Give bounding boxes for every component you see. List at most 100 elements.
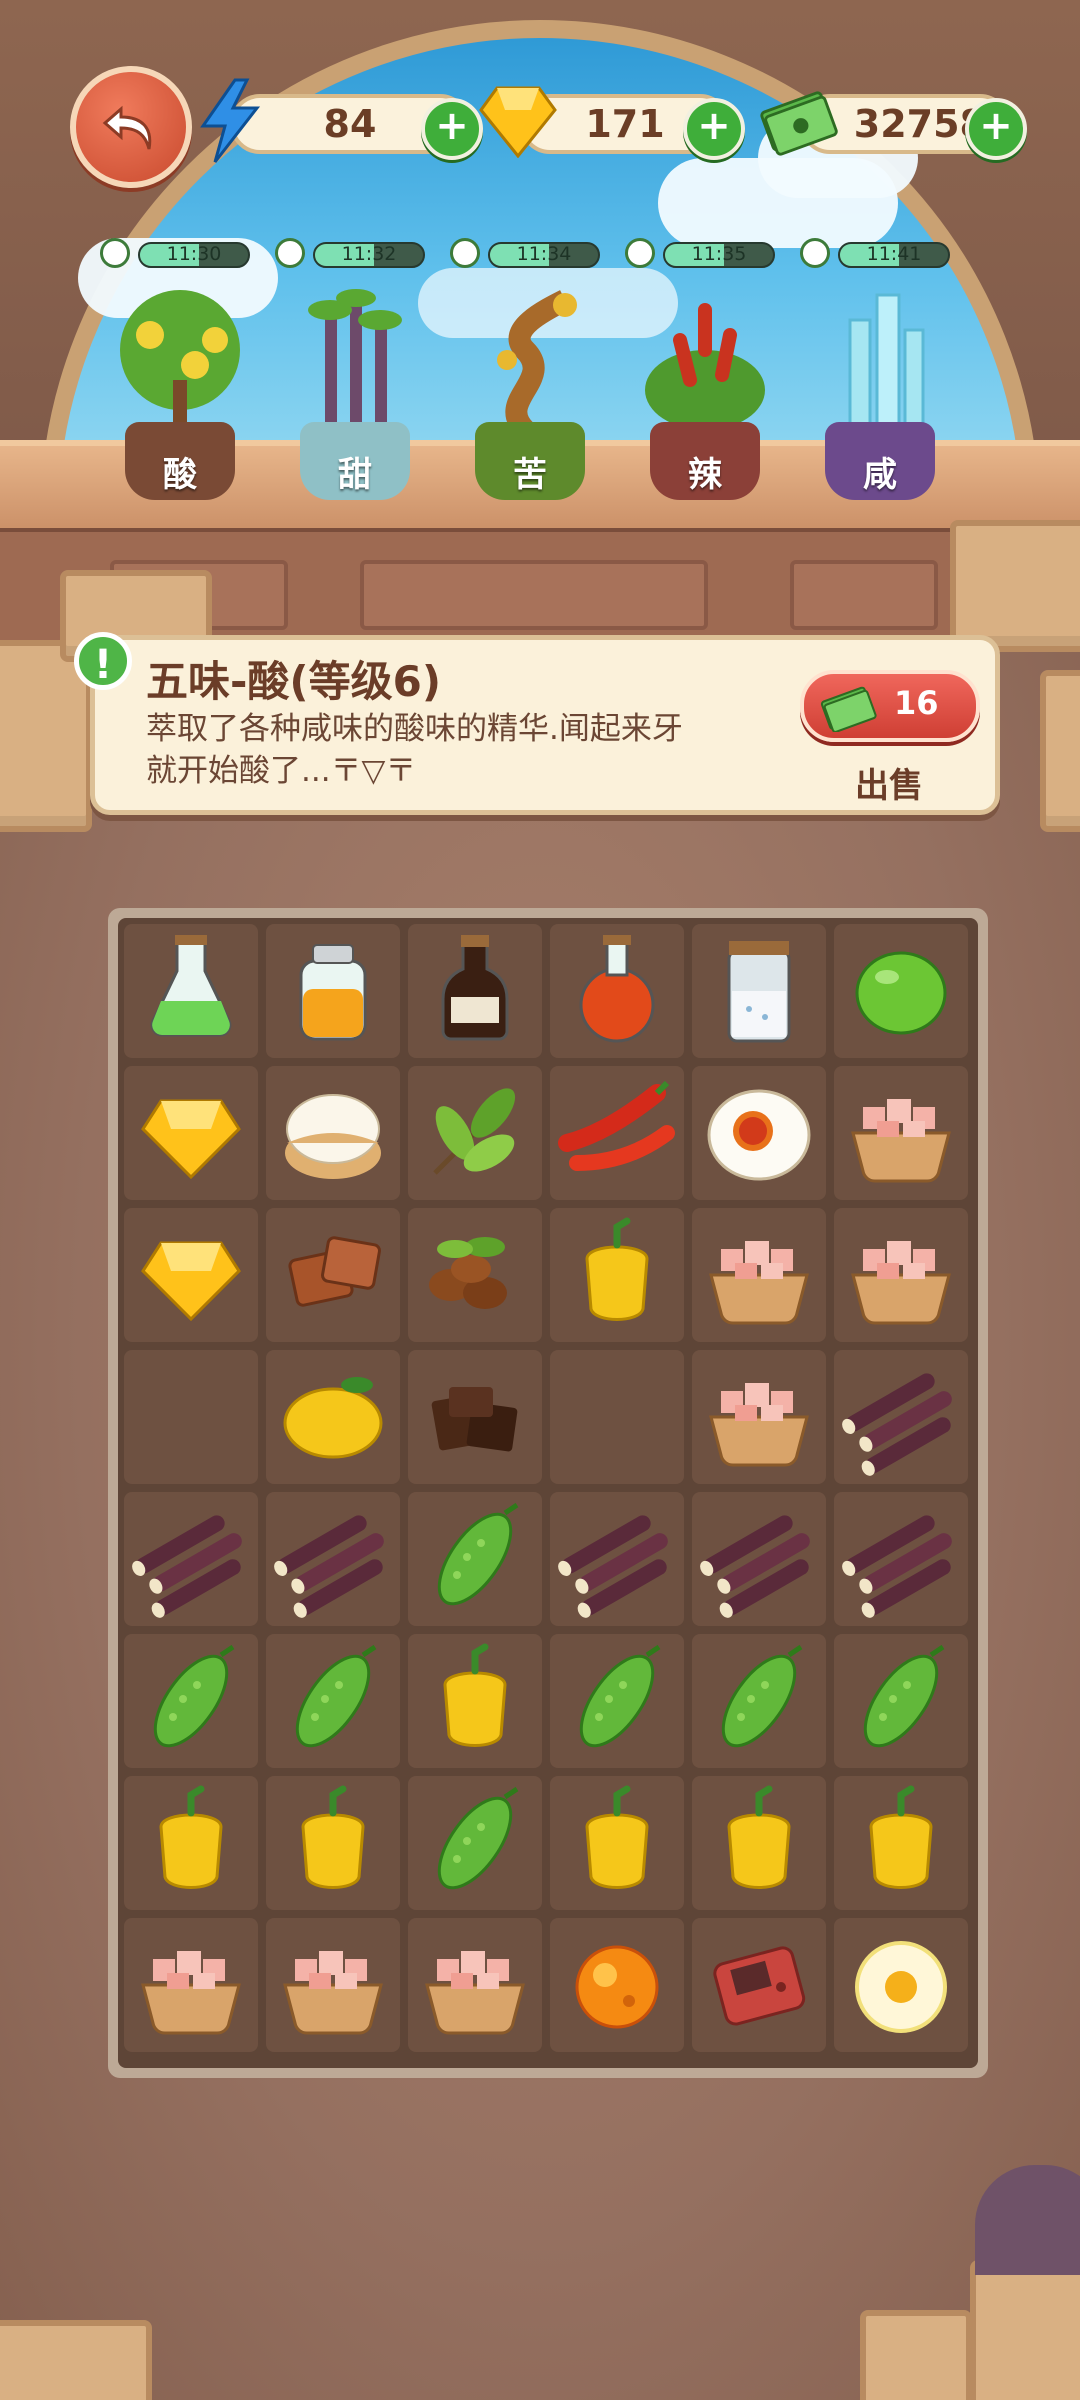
timer-text: 11:35 — [691, 243, 747, 265]
meat-bowl-icon — [283, 1951, 383, 2035]
timer-bar: 11:41 — [838, 242, 950, 268]
grid-cell[interactable] — [408, 1492, 542, 1626]
crate — [0, 2320, 152, 2400]
grid-cell[interactable] — [408, 1208, 542, 1342]
sugarcane-icon — [558, 1515, 668, 1618]
grid-cell[interactable] — [692, 1634, 826, 1768]
energy-value: 84 — [323, 102, 377, 146]
meat-bowl-icon — [709, 1241, 809, 1325]
plant-label: 辣 — [688, 455, 722, 495]
grid-cell[interactable] — [266, 924, 400, 1058]
crate — [970, 2260, 1080, 2400]
plant-icon — [308, 289, 402, 430]
flask-green-icon — [150, 935, 232, 1037]
grid-cell[interactable] — [408, 1918, 542, 2052]
grid-cell[interactable] — [266, 1776, 400, 1910]
undo-arrow-icon — [102, 105, 152, 150]
grid-cell[interactable] — [124, 1208, 258, 1342]
plant-icon — [848, 293, 925, 432]
game-console-icon — [713, 1946, 806, 2026]
clock-icon — [800, 238, 830, 268]
bitter-melon-icon — [437, 1502, 519, 1606]
grid-cell[interactable] — [834, 1208, 968, 1342]
grid-cell[interactable] — [550, 1350, 684, 1484]
meat-bowl-icon — [851, 1099, 951, 1183]
merge-board — [108, 908, 988, 2078]
grid-cell[interactable] — [692, 1208, 826, 1342]
grid-cell[interactable] — [692, 1776, 826, 1910]
grid-cell[interactable] — [408, 924, 542, 1058]
grid-cell[interactable] — [550, 1918, 684, 2052]
grid-cell[interactable] — [124, 924, 258, 1058]
plant-label: 甜 — [338, 455, 372, 495]
grid-cell[interactable] — [124, 1634, 258, 1768]
grid-cell[interactable] — [124, 1776, 258, 1910]
pepper-icon — [727, 1785, 791, 1889]
grid-cell[interactable] — [550, 1492, 684, 1626]
timer-bar: 11:34 — [488, 242, 600, 268]
grid-cell[interactable] — [834, 924, 968, 1058]
grid-cell[interactable] — [692, 1492, 826, 1626]
flavor-plant[interactable]: 甜 — [270, 280, 440, 510]
grid-cell[interactable] — [266, 1492, 400, 1626]
plant-label: 酸 — [163, 455, 197, 495]
flavor-plant[interactable]: 苦 — [445, 280, 615, 510]
lemon-icon — [283, 1377, 383, 1459]
grid-cell[interactable] — [124, 1918, 258, 2052]
grid-cell[interactable] — [550, 924, 684, 1058]
plant-timer: 11:35 — [625, 238, 775, 272]
sugarcane-icon — [700, 1515, 810, 1618]
plant-label: 咸 — [863, 455, 897, 495]
grid-cell[interactable] — [266, 1350, 400, 1484]
clock-icon — [100, 238, 130, 268]
bitter-melon-icon — [437, 1786, 519, 1890]
timer-bar: 11:32 — [313, 242, 425, 268]
grid-cell[interactable] — [834, 1350, 968, 1484]
gem-add-button[interactable]: + — [683, 98, 745, 160]
grid-cell[interactable] — [408, 1350, 542, 1484]
energy-add-button[interactable]: + — [421, 98, 483, 160]
timer-bar: 11:35 — [663, 242, 775, 268]
salted-egg-icon — [707, 1089, 811, 1181]
timer-text: 11:30 — [166, 243, 222, 265]
fried-egg-icon — [855, 1941, 947, 2033]
grid-cell[interactable] — [266, 1634, 400, 1768]
grid-cell[interactable] — [834, 1918, 968, 2052]
grid-cell[interactable] — [834, 1492, 968, 1626]
grid-cell[interactable] — [550, 1634, 684, 1768]
grid-cell[interactable] — [550, 1208, 684, 1342]
grid-cell[interactable] — [408, 1066, 542, 1200]
plant-label: 苦 — [513, 455, 547, 495]
chili-icon — [558, 1080, 675, 1171]
grid-cell[interactable] — [266, 1208, 400, 1342]
sugarcane-icon — [842, 1515, 952, 1618]
grid-cell[interactable] — [266, 1066, 400, 1200]
back-button[interactable] — [70, 66, 192, 188]
sell-button[interactable]: 16 — [800, 670, 980, 742]
grid-cell[interactable] — [408, 1776, 542, 1910]
grid-cell[interactable] — [266, 1918, 400, 2052]
grid-cell[interactable] — [692, 1918, 826, 2052]
grid-cell[interactable] — [692, 924, 826, 1058]
grid-cell[interactable] — [124, 1350, 258, 1484]
coffee-beans-icon — [429, 1237, 507, 1309]
grid-cell[interactable] — [550, 1066, 684, 1200]
grid-cell[interactable] — [834, 1634, 968, 1768]
grid-cell[interactable] — [692, 1350, 826, 1484]
grid-cell[interactable] — [550, 1776, 684, 1910]
cream-puff-icon — [285, 1094, 381, 1179]
grid-cell[interactable] — [834, 1066, 968, 1200]
timer-text: 11:34 — [516, 243, 572, 265]
grid-cell[interactable] — [408, 1634, 542, 1768]
grid-cell[interactable] — [834, 1776, 968, 1910]
flavor-plant[interactable]: 咸 — [795, 280, 965, 510]
flavor-plant[interactable]: 辣 — [620, 280, 790, 510]
bitter-melon-icon — [721, 1644, 803, 1748]
flavor-plant[interactable]: 酸 — [95, 280, 265, 510]
grid-cell[interactable] — [692, 1066, 826, 1200]
cash-add-button[interactable]: + — [965, 98, 1027, 160]
crate — [950, 520, 1080, 652]
grid-cell[interactable] — [124, 1066, 258, 1200]
grid-cell[interactable] — [124, 1492, 258, 1626]
gem-icon — [478, 78, 558, 164]
